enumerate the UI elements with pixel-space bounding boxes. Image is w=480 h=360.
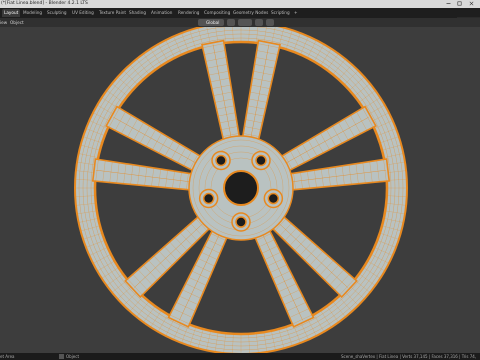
center-bore xyxy=(223,170,259,206)
status-bar: et Area Object Scene_shaVertex | Fiat Li… xyxy=(0,353,480,360)
spoke-center-line xyxy=(282,116,369,165)
transform-orientation-select[interactable]: Global xyxy=(198,19,224,26)
tab-sculpting[interactable]: Sculpting xyxy=(45,9,69,17)
status-left: et Area xyxy=(0,354,15,359)
tab-modeling[interactable]: Modeling xyxy=(21,9,44,17)
object-menu[interactable]: Object xyxy=(10,18,24,27)
status-middle: Object xyxy=(66,354,80,359)
tab-rendering[interactable]: Rendering xyxy=(176,9,201,17)
3d-viewport[interactable] xyxy=(0,21,480,355)
tab-compositing[interactable]: Compositing xyxy=(202,9,232,17)
lug-hole xyxy=(255,154,267,167)
wheel-wireframe xyxy=(74,21,408,355)
mouse-icon xyxy=(59,354,64,359)
snap-icon[interactable] xyxy=(238,19,252,26)
spoke-center-line xyxy=(113,116,200,165)
lug-hole xyxy=(267,192,280,205)
tab-geometry-nodes[interactable]: Geometry Nodes xyxy=(231,9,270,17)
tab-layout[interactable]: Layout xyxy=(2,9,21,17)
pivot-point-icon[interactable] xyxy=(227,19,235,26)
minimize-icon[interactable] xyxy=(446,1,451,6)
tab-shading[interactable]: Shading xyxy=(127,9,148,17)
spoke xyxy=(105,105,204,173)
view-menu[interactable]: iew xyxy=(0,18,7,27)
tab-scripting[interactable]: Scripting xyxy=(269,9,292,17)
lug-hole xyxy=(202,192,215,205)
add-workspace-button[interactable]: + xyxy=(292,9,300,17)
spoke xyxy=(278,105,377,173)
tab-animation[interactable]: Animation xyxy=(149,9,174,17)
tab-texture-paint[interactable]: Texture Paint xyxy=(97,9,128,17)
close-icon[interactable] xyxy=(469,1,474,6)
title-bar: (*[Fiat Linea.blend] - Blender 4.2.1 LTS xyxy=(0,0,480,8)
proportional-editing-icon[interactable] xyxy=(255,19,263,26)
window-title: (*[Fiat Linea.blend] - Blender 4.2.1 LTS xyxy=(1,1,88,6)
falloff-icon[interactable] xyxy=(266,19,274,26)
workspace-tabs: Layout Modeling Sculpting UV Editing Tex… xyxy=(0,8,480,25)
lug-hole xyxy=(215,154,227,167)
tab-uv-editing[interactable]: UV Editing xyxy=(70,9,96,17)
scene-statistics: Scene_shaVertex | Fiat Linea | Verts 37,… xyxy=(341,354,477,359)
lug-hole xyxy=(235,216,247,228)
maximize-icon[interactable] xyxy=(457,1,462,6)
